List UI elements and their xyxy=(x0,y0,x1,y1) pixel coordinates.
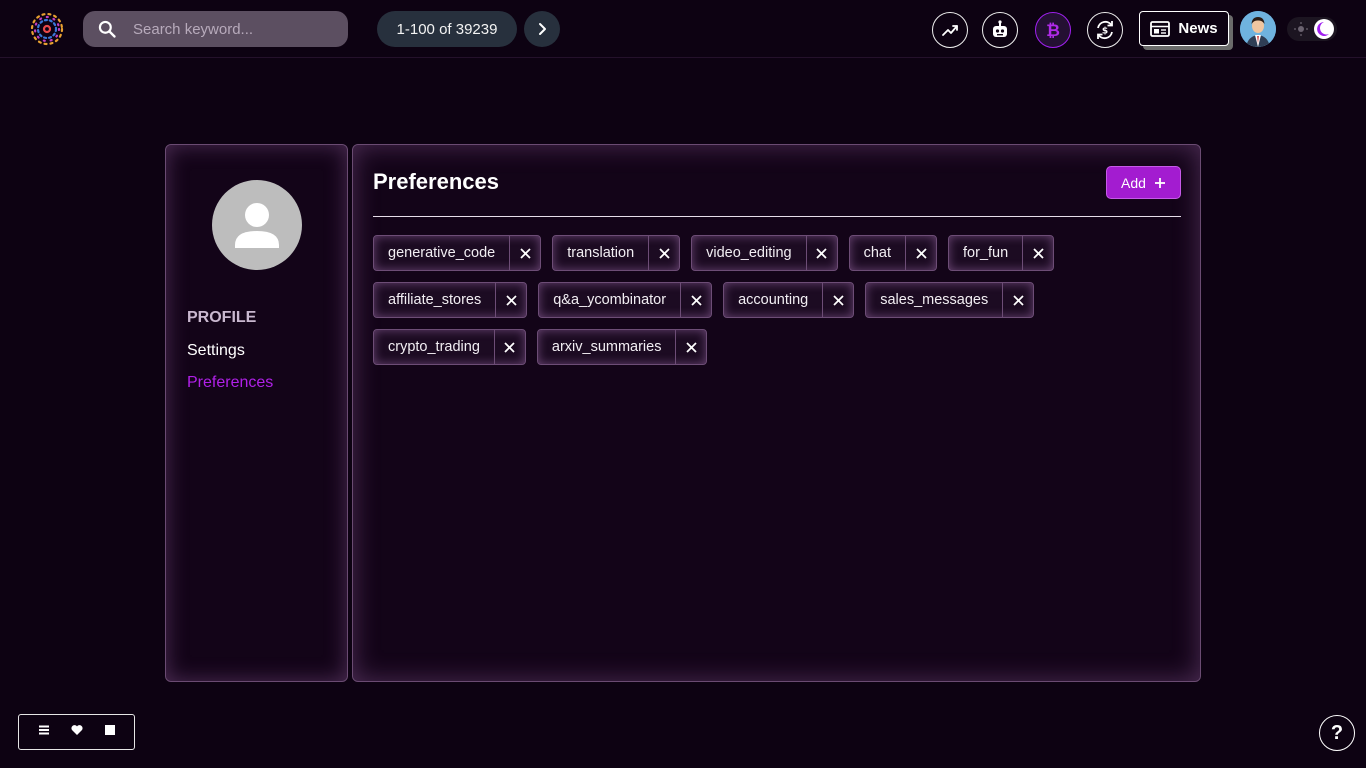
search-input[interactable] xyxy=(133,20,333,38)
close-icon xyxy=(690,294,702,306)
close-icon xyxy=(833,294,844,306)
robot-icon xyxy=(993,20,1007,37)
close-icon xyxy=(1013,294,1024,306)
profile-sidebar: PROFILE Settings Preferences xyxy=(165,144,348,682)
preference-tag: video_editing xyxy=(691,235,838,271)
theme-toggle-icon xyxy=(1287,17,1337,41)
heart-icon xyxy=(70,724,83,735)
bitcoin-icon: ₿ xyxy=(1046,21,1060,41)
remove-tag-button[interactable] xyxy=(493,330,525,364)
preference-tag: sales_messages xyxy=(865,282,1035,318)
svg-text:₿: ₿ xyxy=(1046,21,1060,41)
trending-button[interactable] xyxy=(932,12,968,48)
remove-tag-button[interactable] xyxy=(509,236,540,270)
remove-tag-button[interactable] xyxy=(805,236,837,270)
svg-text:$: $ xyxy=(1102,27,1108,37)
tag-row: crypto_trading arxiv_summaries xyxy=(373,329,1181,365)
next-page-button[interactable] xyxy=(524,11,560,47)
tag-label: affiliate_stores xyxy=(388,292,482,308)
preference-tag: chat xyxy=(848,235,938,271)
sidebar-item-preferences[interactable]: Preferences xyxy=(187,374,273,392)
currency-exchange-icon: $ xyxy=(1097,20,1113,40)
currency-exchange-button[interactable]: $ xyxy=(1087,12,1123,48)
remove-tag-button[interactable] xyxy=(1022,236,1053,270)
remove-tag-button[interactable] xyxy=(822,283,853,317)
tag-label: for_fun xyxy=(963,245,1009,261)
search-bar xyxy=(83,11,348,47)
remove-tag-button[interactable] xyxy=(495,283,526,317)
preference-tag: translation xyxy=(552,235,681,271)
preference-tags: generative_code translation video_editin… xyxy=(373,235,1181,376)
news-label: News xyxy=(1178,20,1218,37)
tag-row: generative_code translation video_editin… xyxy=(373,235,1181,271)
tag-label: accounting xyxy=(738,292,809,308)
chevron-right-icon xyxy=(539,23,546,35)
tag-label: generative_code xyxy=(388,245,496,261)
question-mark-icon: ? xyxy=(1330,721,1344,744)
close-icon xyxy=(915,247,927,259)
theme-toggle[interactable] xyxy=(1287,16,1337,42)
preferences-panel: Preferences Add generative_code translat… xyxy=(352,144,1201,682)
trending-icon xyxy=(942,25,958,36)
newspaper-icon xyxy=(1150,20,1171,37)
page-title: Preferences xyxy=(373,169,499,194)
title-divider xyxy=(373,216,1181,217)
list-view-button[interactable] xyxy=(37,723,51,742)
user-avatar[interactable] xyxy=(1240,11,1276,47)
avatar-icon xyxy=(1240,11,1276,47)
plus-icon xyxy=(1154,177,1165,188)
remove-tag-button[interactable] xyxy=(680,283,711,317)
profile-avatar[interactable] xyxy=(212,180,302,270)
robot-button[interactable] xyxy=(982,12,1018,48)
preference-tag: affiliate_stores xyxy=(373,282,528,318)
stop-button[interactable] xyxy=(103,723,117,742)
tag-label: arxiv_summaries xyxy=(551,339,662,355)
tag-label: sales_messages xyxy=(880,292,989,308)
square-icon xyxy=(104,724,115,735)
close-icon xyxy=(659,247,670,259)
preference-tag: generative_code xyxy=(373,235,542,271)
close-icon xyxy=(686,341,697,353)
remove-tag-button[interactable] xyxy=(905,236,936,270)
sidebar-item-profile[interactable]: PROFILE xyxy=(187,309,256,327)
close-icon xyxy=(816,247,827,259)
preference-tag: crypto_trading xyxy=(373,329,526,365)
remove-tag-button[interactable] xyxy=(648,236,679,270)
top-bar: 1-100 of 39239 ₿ $ xyxy=(0,0,1366,58)
remove-tag-button[interactable] xyxy=(675,330,706,364)
preference-tag: q&a_ycombinator xyxy=(538,282,713,318)
tag-label: video_editing xyxy=(706,245,792,261)
favorites-button[interactable] xyxy=(70,723,84,742)
bitcoin-button[interactable]: ₿ xyxy=(1035,12,1071,48)
bottom-toolbar xyxy=(18,714,135,750)
sidebar-item-settings[interactable]: Settings xyxy=(187,342,245,360)
user-icon xyxy=(235,203,279,248)
close-icon xyxy=(504,341,516,353)
search-icon xyxy=(98,20,116,38)
remove-tag-button[interactable] xyxy=(1002,283,1033,317)
tag-label: q&a_ycombinator xyxy=(553,292,667,308)
news-button[interactable]: News xyxy=(1139,11,1229,46)
logo-icon[interactable] xyxy=(30,12,64,46)
tag-label: translation xyxy=(567,245,635,261)
tag-label: chat xyxy=(863,245,892,261)
menu-icon xyxy=(38,725,49,734)
preference-tag: accounting xyxy=(723,282,855,318)
close-icon xyxy=(1033,247,1044,259)
close-icon xyxy=(506,294,517,306)
preference-tag: for_fun xyxy=(948,235,1055,271)
pagination-counter: 1-100 of 39239 xyxy=(377,11,517,47)
add-label: Add xyxy=(1121,174,1146,191)
preference-tag: arxiv_summaries xyxy=(536,329,708,365)
help-button[interactable]: ? xyxy=(1319,715,1355,751)
tag-row: affiliate_stores q&a_ycombinator account… xyxy=(373,282,1181,318)
tag-label: crypto_trading xyxy=(388,339,480,355)
add-preference-button[interactable]: Add xyxy=(1106,166,1181,199)
close-icon xyxy=(520,247,531,259)
